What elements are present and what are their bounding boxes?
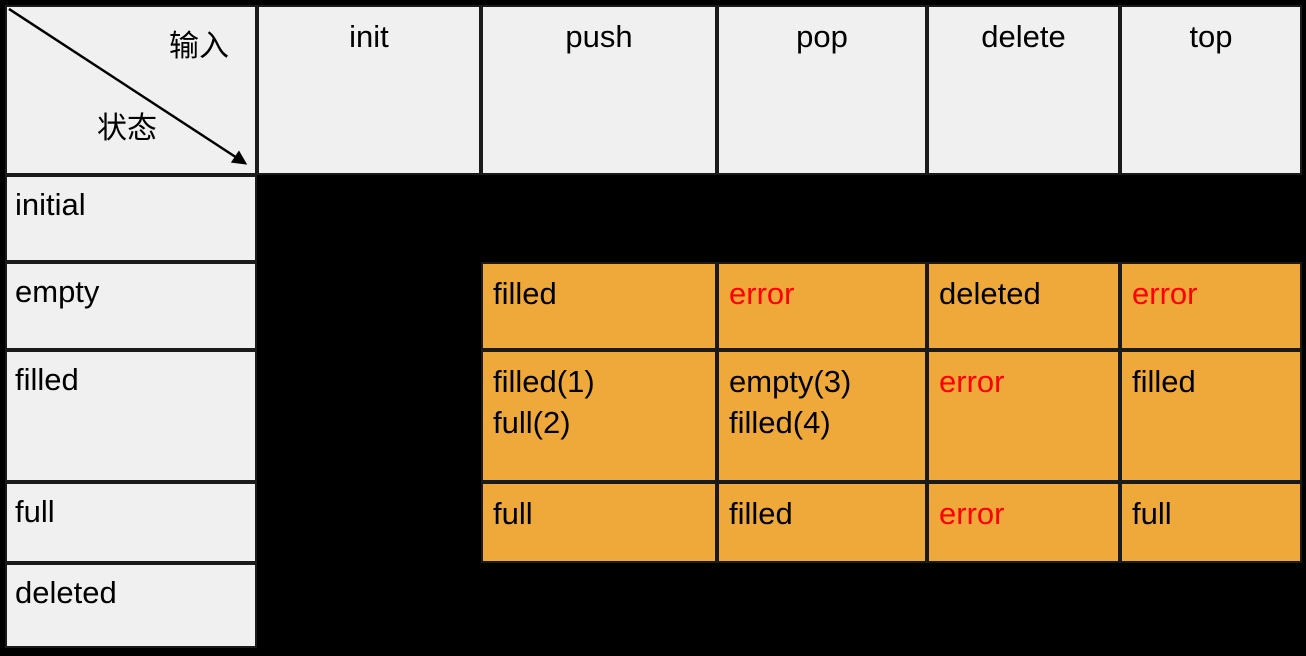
row-header-initial: initial (5, 175, 257, 262)
cell-deleted-top (1120, 563, 1302, 648)
cell-full-pop: filled (717, 482, 927, 563)
row-header-empty: empty (5, 262, 257, 350)
cell-full-init (257, 482, 481, 563)
cell-initial-push (481, 175, 717, 262)
cell-state-text: filled (493, 276, 557, 311)
row-header-full: full (5, 482, 257, 563)
column-header-pop: pop (717, 5, 927, 175)
cell-empty-top: error (1120, 262, 1302, 350)
table-corner-header: 输入状态 (5, 5, 257, 175)
state-transition-table: 输入 状态 init push pop delete top initial empty fill… (0, 0, 1306, 656)
cell-error-text: error (1132, 276, 1198, 311)
cell-empty-push: filled (481, 262, 717, 350)
cell-empty-init (257, 262, 481, 350)
column-header-top: top (1120, 5, 1302, 175)
cell-state-text: filled (1132, 364, 1196, 399)
cell-full-top: full (1120, 482, 1302, 563)
cell-empty-pop: error (717, 262, 927, 350)
cell-error-text: error (939, 496, 1005, 531)
cell-state-text: full (493, 496, 533, 531)
cell-state-text: full(2) (493, 405, 571, 441)
cell-deleted-pop (717, 563, 927, 648)
cell-empty-delete: deleted (927, 262, 1120, 350)
cell-state-text: deleted (939, 276, 1041, 311)
cell-initial-top (1120, 175, 1302, 262)
cell-initial-delete (927, 175, 1120, 262)
cell-state-text: full (1132, 496, 1172, 531)
cell-error-text: error (939, 364, 1005, 399)
cell-state-text: filled(4) (729, 405, 831, 441)
cell-filled-pop: empty(3) filled(4) (717, 350, 927, 482)
cell-deleted-delete (927, 563, 1120, 648)
cell-state-text: filled(1) (493, 364, 595, 399)
cell-filled-init (257, 350, 481, 482)
cell-filled-top: filled (1120, 350, 1302, 482)
cell-full-delete: error (927, 482, 1120, 563)
cell-deleted-init (257, 563, 481, 648)
column-header-push: push (481, 5, 717, 175)
row-header-deleted: deleted (5, 563, 257, 648)
corner-input-label: 输入 (169, 29, 229, 64)
cell-state-text: filled (729, 496, 793, 531)
column-header-init: init (257, 5, 481, 175)
corner-state-label: 状态 (97, 111, 157, 146)
cell-error-text: error (729, 276, 795, 311)
cell-state-text: empty(3) (729, 364, 852, 399)
cell-initial-pop (717, 175, 927, 262)
cell-full-push: full (481, 482, 717, 563)
cell-initial-init (257, 175, 481, 262)
cell-filled-delete: error (927, 350, 1120, 482)
cell-filled-push: filled(1) full(2) (481, 350, 717, 482)
row-header-filled: filled (5, 350, 257, 482)
column-header-delete: delete (927, 5, 1120, 175)
cell-deleted-push (481, 563, 717, 648)
